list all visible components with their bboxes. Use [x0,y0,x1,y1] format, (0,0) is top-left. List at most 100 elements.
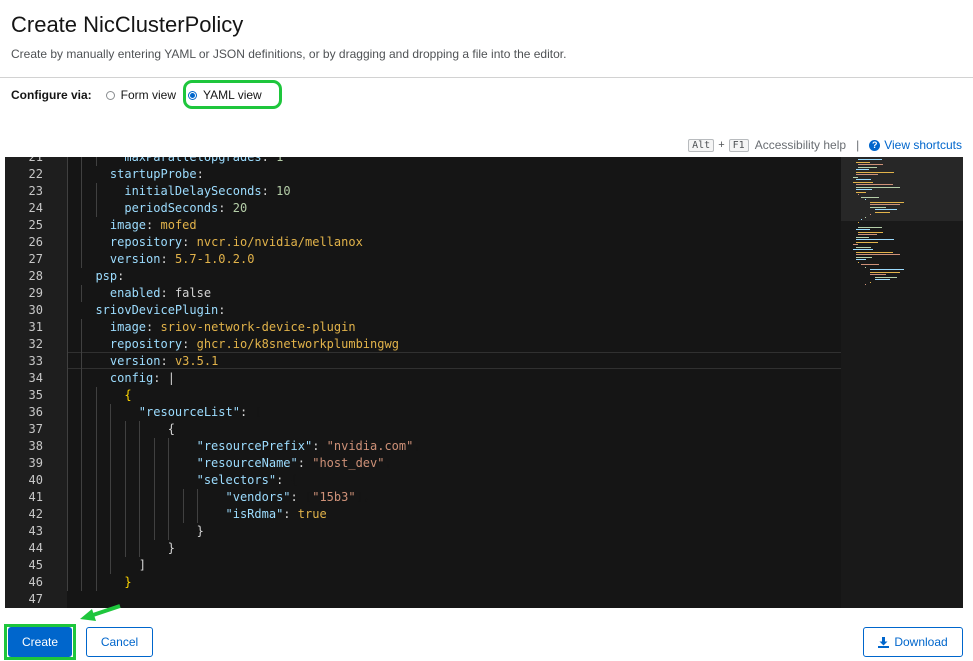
download-label[interactable]: Download [894,635,947,649]
line-text[interactable]: } [81,574,131,591]
minimap-line [870,201,905,203]
minimap-line [875,211,891,213]
code-line[interactable]: 38 "resourcePrefix": "nvidia.com", [5,438,841,455]
line-number: 29 [28,286,43,300]
line-number: 23 [28,184,43,198]
code-line[interactable]: 41 "vendors": ["15b3"], [5,489,841,506]
minimap-line [860,219,862,220]
line-text[interactable]: "resourceName": "host_dev", [81,455,392,472]
indent-guide [67,217,68,234]
minimap-line [870,271,900,273]
code-line[interactable]: 21 maxParallelUpgrades: 1 [5,157,841,166]
line-number: 31 [28,320,43,334]
line-number: 39 [28,456,43,470]
cancel-button[interactable]: Cancel [86,627,153,657]
code-line[interactable]: 27 version: 5.7-1.0.2.0 [5,251,841,268]
line-text[interactable]: startupProbe: [81,166,204,183]
line-text[interactable]: ] [81,557,146,574]
code-line[interactable]: 42 "isRdma": true [5,506,841,523]
create-button[interactable]: Create [8,627,72,657]
line-text[interactable]: "selectors": { [81,472,298,489]
minimap-line [853,244,858,245]
minimap-line [858,234,877,235]
line-number: 32 [28,337,43,351]
code-line[interactable]: 35 { [5,387,841,404]
code-line[interactable]: 43 } [5,523,841,540]
line-text[interactable]: "vendors": ["15b3"], [81,489,371,506]
line-text[interactable]: image: mofed [81,217,197,234]
line-text[interactable]: version: v3.5.1 [81,353,218,370]
code-line[interactable]: 30 sriovDevicePlugin: [5,302,841,319]
indent-guide [67,234,68,251]
line-text[interactable]: } [81,540,175,557]
code-line[interactable]: 44 } [5,540,841,557]
indent-guide [67,319,68,336]
yaml-editor[interactable]: 21 maxParallelUpgrades: 1 22 startupProbe… [5,157,963,608]
view-shortcuts-link[interactable]: ? View shortcuts [869,138,962,152]
line-number: 26 [28,235,43,249]
minimap-line [875,276,897,278]
line-text[interactable]: repository: ghcr.io/k8snetworkplumbingwg [81,336,399,353]
minimap-line [855,171,895,173]
minimap-line [855,229,871,230]
code-line[interactable]: 32 repository: ghcr.io/k8snetworkplumbin… [5,336,841,353]
code-line[interactable]: 34 config: | [5,370,841,387]
minimap-line [855,239,895,240]
alt-key: Alt [688,138,715,152]
editor-minimap[interactable] [841,157,963,608]
indent-guide [67,387,68,404]
line-number: 44 [28,541,43,555]
line-text[interactable]: enabled: false [81,285,211,302]
line-text[interactable]: maxParallelUpgrades: 1 [81,157,283,166]
code-line[interactable]: 36 "resourceList": [ [5,404,841,421]
line-number: 47 [28,592,43,606]
code-line[interactable]: 22 startupProbe: [5,166,841,183]
line-text[interactable]: } [81,523,204,540]
minimap-line [855,246,872,248]
line-text[interactable]: { [81,421,175,438]
minimap-line [865,199,867,200]
annotation-arrow-icon [80,604,121,621]
line-text[interactable]: repository: nvcr.io/nvidia/mellanox [81,234,363,251]
indent-guide [67,268,68,285]
header-divider [0,77,973,78]
minimap-line [870,274,886,275]
code-line[interactable]: 46 } [5,574,841,591]
line-text[interactable]: config: | [81,370,175,387]
code-line[interactable]: 26 repository: nvcr.io/nvidia/mellanox [5,234,841,251]
code-line[interactable]: 23 initialDelaySeconds: 10 [5,183,841,200]
line-text[interactable]: periodSeconds: 20 [81,200,247,217]
line-text[interactable]: psp: [81,268,124,285]
minimap-line [858,164,884,165]
minimap-line [858,221,860,223]
code-line[interactable]: 28 psp: [5,268,841,285]
code-line[interactable]: 31 image: sriov-network-device-plugin [5,319,841,336]
code-line[interactable]: 37 { [5,421,841,438]
line-text[interactable]: "isRdma": true [81,506,327,523]
minimap-line [858,159,883,160]
code-line[interactable]: 29 enabled: false [5,285,841,302]
code-line[interactable]: 25 image: mofed [5,217,841,234]
line-text[interactable]: "resourcePrefix": "nvidia.com", [81,438,421,455]
minimap-line [855,169,869,170]
code-line[interactable]: 24 periodSeconds: 20 [5,200,841,217]
code-line[interactable]: 33 version: v3.5.1 [5,353,841,370]
code-line[interactable]: 47 [5,591,841,608]
page-title: Create NicClusterPolicy [11,12,244,37]
form-view-label[interactable]: Form view [121,88,176,102]
form-view-radio-circle[interactable] [105,90,115,100]
line-text[interactable]: version: 5.7-1.0.2.0 [81,251,255,268]
line-text[interactable]: "resourceList": [ [81,404,262,421]
line-number: 27 [28,252,43,266]
line-text[interactable]: image: sriov-network-device-plugin [81,319,356,336]
line-text[interactable]: initialDelaySeconds: 10 [81,183,290,200]
code-line[interactable]: 39 "resourceName": "host_dev", [5,455,841,472]
indent-guide [67,421,68,438]
view-shortcuts-label[interactable]: View shortcuts [884,138,962,152]
code-line[interactable]: 45 ] [5,557,841,574]
line-text[interactable]: sriovDevicePlugin: [81,302,225,319]
download-button[interactable]: Download [863,627,963,657]
form-view-radio[interactable]: Form view [105,88,176,102]
code-line[interactable]: 40 "selectors": { [5,472,841,489]
line-text[interactable]: { [81,387,131,404]
